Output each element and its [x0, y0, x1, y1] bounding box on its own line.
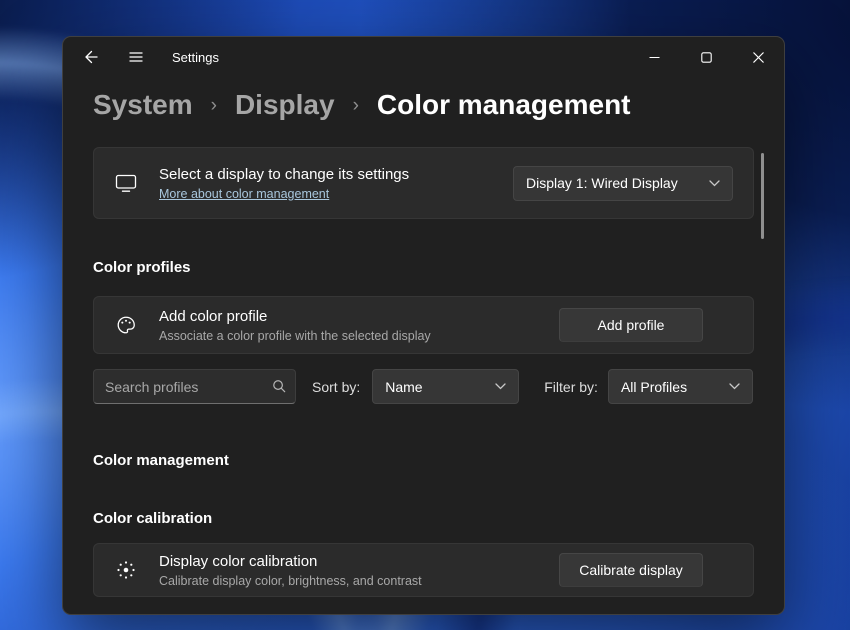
minimize-button[interactable] — [628, 37, 680, 77]
search-input[interactable] — [93, 369, 296, 404]
back-arrow-icon — [83, 49, 99, 65]
calibration-title: Display color calibration — [159, 552, 318, 570]
profiles-filter-row: Sort by: Name Filter by: All Profiles — [93, 369, 754, 404]
desktop-wallpaper: Settings System › Display › Color manage… — [0, 0, 850, 630]
settings-window: Settings System › Display › Color manage… — [62, 36, 785, 615]
hamburger-menu-icon — [128, 49, 144, 65]
breadcrumb-system[interactable]: System — [93, 89, 193, 121]
palette-icon — [114, 314, 138, 336]
page-title: Color management — [376, 89, 631, 120]
breadcrumb: System › Display › Color management — [93, 89, 754, 121]
add-profile-subtitle: Associate a color profile with the selec… — [159, 328, 431, 343]
minimize-icon — [649, 52, 660, 63]
calibration-text: Display color calibration Calibrate disp… — [159, 553, 422, 588]
back-button[interactable] — [71, 39, 111, 75]
add-color-profile-card: Add color profile Associate a color prof… — [93, 296, 754, 354]
window-controls — [628, 37, 784, 77]
sort-by-value: Name — [385, 378, 423, 395]
breadcrumb-display[interactable]: Display — [235, 89, 335, 121]
display-selector-dropdown[interactable]: Display 1: Wired Display — [513, 165, 733, 201]
add-profile-text: Add color profile Associate a color prof… — [159, 308, 431, 343]
monitor-icon — [114, 173, 138, 193]
scrollbar-thumb[interactable] — [761, 153, 764, 239]
filter-by-value: All Profiles — [620, 378, 688, 395]
close-button[interactable] — [732, 37, 784, 77]
color-calibration-heading: Color calibration — [93, 510, 213, 527]
nav-menu-button[interactable] — [116, 39, 156, 75]
settings-content: System › Display › Color management Sele… — [63, 89, 784, 597]
more-about-color-management-link[interactable]: More about color management — [159, 187, 329, 201]
display-select-title: Select a display to change its settings — [159, 165, 410, 183]
maximize-icon — [700, 51, 712, 63]
chevron-down-icon — [495, 383, 506, 390]
display-select-text: Select a display to change its settings … — [159, 166, 409, 201]
display-select-card: Select a display to change its settings … — [93, 147, 754, 219]
calibration-sun-icon — [114, 559, 138, 581]
display-selector-value: Display 1: Wired Display — [526, 175, 678, 191]
color-profiles-heading: Color profiles — [93, 259, 191, 276]
sort-by-label: Sort by: — [312, 378, 361, 395]
sort-by-dropdown[interactable]: Name — [372, 369, 520, 404]
calibrate-display-button[interactable]: Calibrate display — [559, 553, 703, 587]
add-profile-button[interactable]: Add profile — [559, 308, 703, 342]
chevron-down-icon — [729, 383, 740, 390]
chevron-down-icon — [709, 179, 720, 187]
add-profile-title: Add color profile — [159, 307, 268, 325]
close-icon — [752, 51, 764, 63]
maximize-button[interactable] — [680, 37, 732, 77]
display-calibration-card: Display color calibration Calibrate disp… — [93, 543, 754, 597]
titlebar: Settings — [63, 37, 784, 77]
app-title: Settings — [172, 49, 219, 65]
search-box — [93, 369, 296, 404]
calibration-subtitle: Calibrate display color, brightness, and… — [159, 573, 422, 588]
breadcrumb-separator-icon: › — [352, 95, 359, 116]
filter-by-label: Filter by: — [544, 378, 598, 395]
filter-by-dropdown[interactable]: All Profiles — [607, 369, 753, 404]
color-management-heading: Color management — [93, 452, 229, 469]
breadcrumb-separator-icon: › — [210, 95, 217, 116]
